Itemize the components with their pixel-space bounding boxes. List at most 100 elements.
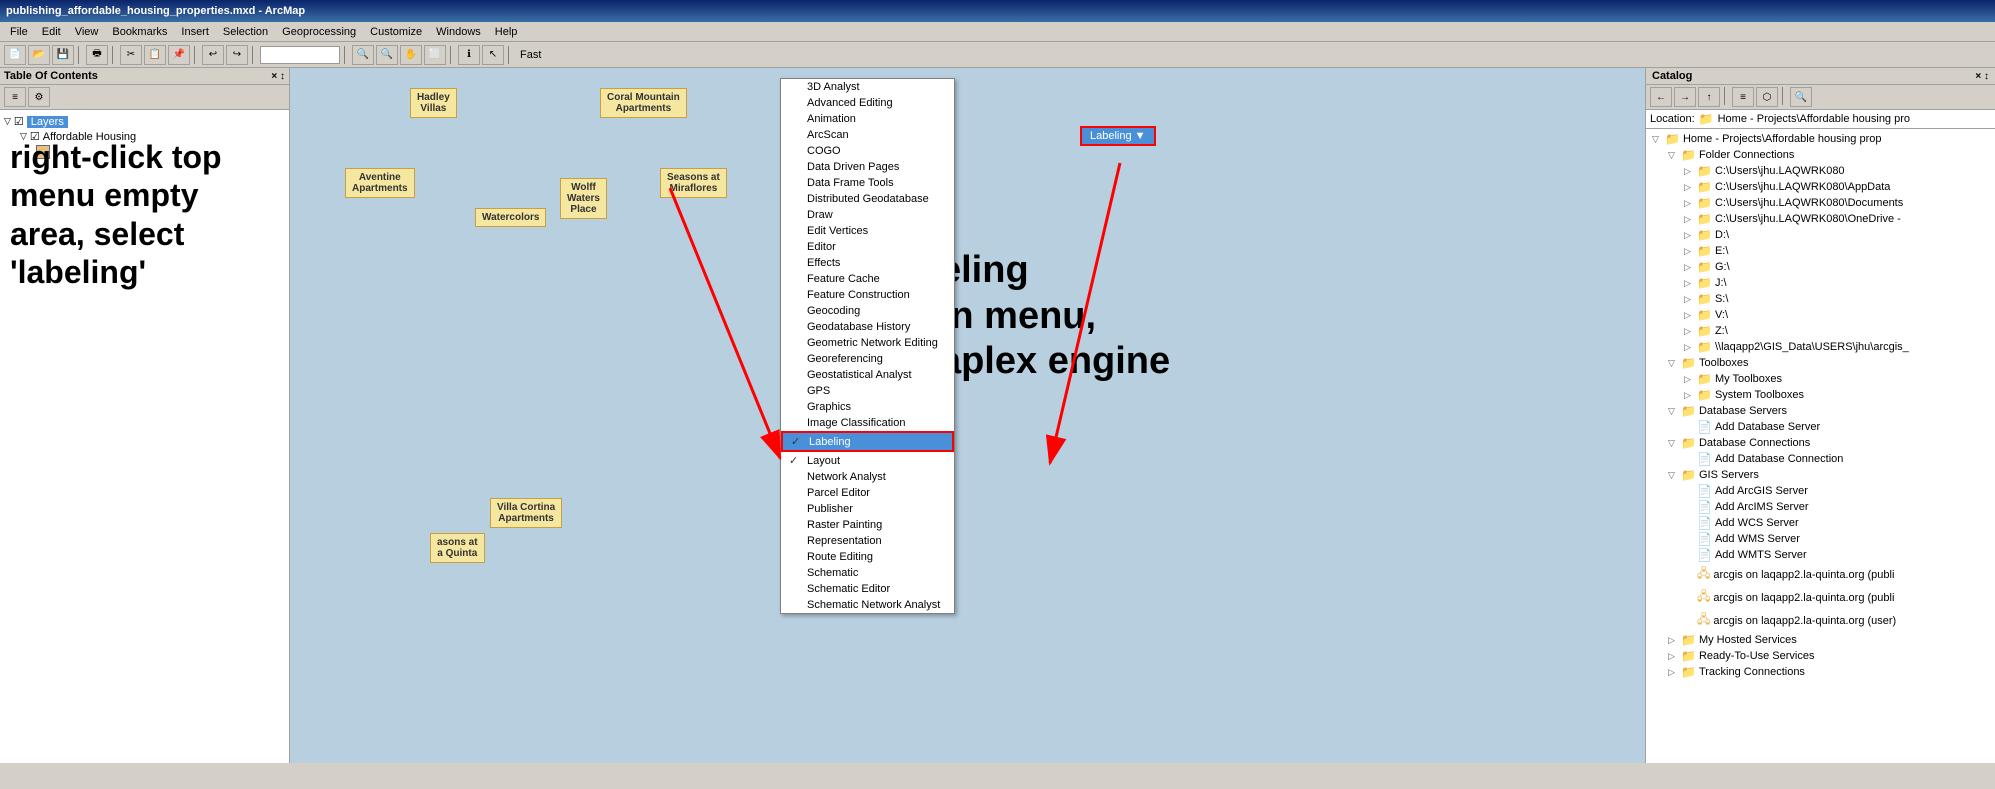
toolbar-menu-item-graphics[interactable]: Graphics [781,399,954,415]
toolbar-menu-item-feature-construction[interactable]: Feature Construction [781,287,954,303]
menu-item-view[interactable]: View [69,25,105,39]
toolbar-menu-item-network-analyst[interactable]: Network Analyst [781,469,954,485]
toolbar-menu-item-arcscan[interactable]: ArcScan [781,127,954,143]
save-btn[interactable]: 💾 [52,45,74,65]
tree-item-22[interactable]: 📄Add ArcGIS Server [1648,483,1993,499]
tree-item-28[interactable]: 🖧arcgis on laqapp2.la-quinta.org (publi [1648,586,1993,609]
tree-item-1[interactable]: ▽📁Folder Connections [1648,147,1993,163]
menu-item-customize[interactable]: Customize [364,25,428,39]
catalog-connect-btn[interactable]: ⬡ [1756,87,1778,107]
toolbar-menu-item-raster-painting[interactable]: Raster Painting [781,517,954,533]
tree-item-32[interactable]: ▷📁Tracking Connections [1648,664,1993,680]
toolbar-menu-item-labeling[interactable]: ✓Labeling [781,431,954,452]
tree-item-31[interactable]: ▷📁Ready-To-Use Services [1648,648,1993,664]
tree-item-15[interactable]: ▷📁My Toolboxes [1648,371,1993,387]
tree-item-11[interactable]: ▷📁V:\ [1648,307,1993,323]
print-btn[interactable]: 🖶 [86,45,108,65]
toolbar-menu-item-geocoding[interactable]: Geocoding [781,303,954,319]
toolbar-menu-item-edit-vertices[interactable]: Edit Vertices [781,223,954,239]
toolbar-menu-item-schematic-network-analyst[interactable]: Schematic Network Analyst [781,597,954,613]
toolbar-menu-item-distributed-geodatabase[interactable]: Distributed Geodatabase [781,191,954,207]
labeling-dropdown-btn[interactable]: Labeling ▼ [1080,126,1156,146]
menu-item-help[interactable]: Help [489,25,524,39]
toolbar-menu-item-geometric-network-editing[interactable]: Geometric Network Editing [781,335,954,351]
menu-item-bookmarks[interactable]: Bookmarks [106,25,173,39]
tree-item-3[interactable]: ▷📁C:\Users\jhu.LAQWRK080\AppData [1648,179,1993,195]
toolbar-menu-item-geostatistical-analyst[interactable]: Geostatistical Analyst [781,367,954,383]
catalog-search-btn[interactable]: 🔍 [1790,87,1812,107]
select-btn[interactable]: ↖ [482,45,504,65]
tree-item-4[interactable]: ▷📁C:\Users\jhu.LAQWRK080\Documents [1648,195,1993,211]
tree-item-29[interactable]: 🖧arcgis on laqapp2.la-quinta.org (user) [1648,609,1993,632]
toc-options[interactable]: ⚙ [28,87,50,107]
tree-item-24[interactable]: 📄Add WCS Server [1648,515,1993,531]
zoom-in-btn[interactable]: 🔍 [352,45,374,65]
toolbar-menu-item-layout[interactable]: ✓Layout [781,452,954,469]
tree-item-8[interactable]: ▷📁G:\ [1648,259,1993,275]
toolbar-menu-item-representation[interactable]: Representation [781,533,954,549]
tree-item-5[interactable]: ▷📁C:\Users\jhu.LAQWRK080\OneDrive - [1648,211,1993,227]
toolbar-menu-item-parcel-editor[interactable]: Parcel Editor [781,485,954,501]
tree-item-20[interactable]: 📄Add Database Connection [1648,451,1993,467]
toolbar-menu-item-gps[interactable]: GPS [781,383,954,399]
menu-item-windows[interactable]: Windows [430,25,487,39]
menu-item-selection[interactable]: Selection [217,25,274,39]
menu-item-edit[interactable]: Edit [36,25,67,39]
toolbar-menu-item-geodatabase-history[interactable]: Geodatabase History [781,319,954,335]
tree-item-23[interactable]: 📄Add ArcIMS Server [1648,499,1993,515]
toolbar-menu-item-3d-analyst[interactable]: 3D Analyst [781,79,954,95]
toolbar-menu-item-advanced-editing[interactable]: Advanced Editing [781,95,954,111]
tree-item-10[interactable]: ▷📁S:\ [1648,291,1993,307]
toolbar-menu-item-publisher[interactable]: Publisher [781,501,954,517]
tree-item-21[interactable]: ▽📁GIS Servers [1648,467,1993,483]
catalog-up-btn[interactable]: ↑ [1698,87,1720,107]
tree-item-25[interactable]: 📄Add WMS Server [1648,531,1993,547]
zoom-out-btn[interactable]: 🔍 [376,45,398,65]
checkbox-layers[interactable]: ☑ [14,115,24,128]
new-btn[interactable]: 📄 [4,45,26,65]
toolbar-menu-item-image-classification[interactable]: Image Classification [781,415,954,431]
catalog-view-btn[interactable]: ≡ [1732,87,1754,107]
pan-btn[interactable]: ✋ [400,45,422,65]
undo-btn[interactable]: ↩ [202,45,224,65]
toc-list-view[interactable]: ≡ [4,87,26,107]
copy-btn[interactable]: 📋 [144,45,166,65]
tree-item-17[interactable]: ▽📁Database Servers [1648,403,1993,419]
tree-item-19[interactable]: ▽📁Database Connections [1648,435,1993,451]
paste-btn[interactable]: 📌 [168,45,190,65]
toolbar-menu-item-cogo[interactable]: COGO [781,143,954,159]
tree-item-18[interactable]: 📄Add Database Server [1648,419,1993,435]
toolbar-menu-item-animation[interactable]: Animation [781,111,954,127]
tree-item-0[interactable]: ▽📁Home - Projects\Affordable housing pro… [1648,131,1993,147]
catalog-back-btn[interactable]: ← [1650,87,1672,107]
tree-item-12[interactable]: ▷📁Z:\ [1648,323,1993,339]
open-btn[interactable]: 📂 [28,45,50,65]
map-area[interactable]: Hadley Villas Coral Mountain Apartments … [290,68,1645,763]
toolbar-menu-item-data-driven-pages[interactable]: Data Driven Pages [781,159,954,175]
toolbar-menu-item-feature-cache[interactable]: Feature Cache [781,271,954,287]
scale-input[interactable]: 1:18,056 [260,46,340,64]
tree-item-2[interactable]: ▷📁C:\Users\jhu.LAQWRK080 [1648,163,1993,179]
tree-item-26[interactable]: 📄Add WMTS Server [1648,547,1993,563]
catalog-forward-btn[interactable]: → [1674,87,1696,107]
tree-item-9[interactable]: ▷📁J:\ [1648,275,1993,291]
menu-item-insert[interactable]: Insert [175,25,215,39]
toc-layers-group[interactable]: ▽ ☑ Layers [4,114,285,129]
tree-item-14[interactable]: ▽📁Toolboxes [1648,355,1993,371]
menu-item-file[interactable]: File [4,25,34,39]
tree-item-13[interactable]: ▷📁\\laqapp2\GIS_Data\USERS\jhu\arcgis_ [1648,339,1993,355]
toolbar-menu-item-effects[interactable]: Effects [781,255,954,271]
toolbar-menu-item-schematic-editor[interactable]: Schematic Editor [781,581,954,597]
toolbar-menu-item-georeferencing[interactable]: Georeferencing [781,351,954,367]
toolbar-menu-item-data-frame-tools[interactable]: Data Frame Tools [781,175,954,191]
redo-btn[interactable]: ↪ [226,45,248,65]
full-extent-btn[interactable]: ⬜ [424,45,446,65]
menu-item-geoprocessing[interactable]: Geoprocessing [276,25,362,39]
identify-btn[interactable]: ℹ [458,45,480,65]
tree-item-7[interactable]: ▷📁E:\ [1648,243,1993,259]
toolbar-menu-item-route-editing[interactable]: Route Editing [781,549,954,565]
tree-item-30[interactable]: ▷📁My Hosted Services [1648,632,1993,648]
tree-item-16[interactable]: ▷📁System Toolboxes [1648,387,1993,403]
tree-item-27[interactable]: 🖧arcgis on laqapp2.la-quinta.org (publi [1648,563,1993,586]
toolbar-menu-item-editor[interactable]: Editor [781,239,954,255]
